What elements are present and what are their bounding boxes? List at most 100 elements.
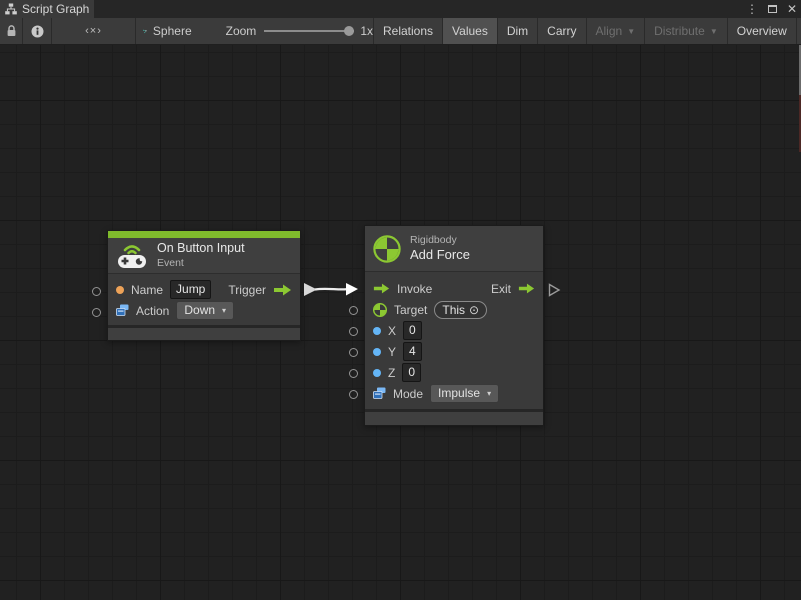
- mode-dropdown[interactable]: Impulse ▾: [430, 384, 499, 403]
- node-body: Name Jump Trigger Action: [108, 274, 300, 325]
- node-header[interactable]: Rigidbody Add Force: [365, 226, 543, 272]
- connection-trigger-to-invoke[interactable]: [301, 278, 363, 302]
- enum-port-icon[interactable]: [373, 387, 386, 400]
- port-row-name: Name Jump Trigger: [108, 279, 300, 300]
- edit-source-button[interactable]: ‹×›: [52, 18, 135, 44]
- machine-segment: Sphere Zoom 1x: [136, 18, 373, 44]
- action-dropdown[interactable]: Down ▾: [176, 301, 234, 320]
- fullscreen-button[interactable]: Full Screen: [797, 18, 801, 44]
- value-port-dot-blue[interactable]: [373, 348, 381, 356]
- zoom-label: Zoom: [226, 24, 257, 38]
- node-titles: On Button Input Event: [157, 241, 245, 270]
- y-input[interactable]: 4: [403, 342, 422, 361]
- port-row-z: Z 0: [365, 362, 543, 383]
- carry-button[interactable]: Carry: [538, 18, 585, 44]
- node-subtitle: Event: [157, 257, 245, 270]
- target-icon: ⊙: [469, 303, 479, 317]
- input-port-circle[interactable]: [92, 308, 101, 317]
- code-brackets-icon: ‹×›: [85, 25, 102, 37]
- input-port-circle[interactable]: [92, 287, 101, 296]
- script-machine-icon[interactable]: [143, 24, 147, 39]
- zoom-slider-thumb[interactable]: [344, 26, 354, 36]
- flow-arrow-icon[interactable]: [273, 284, 292, 296]
- port-label: Z: [388, 366, 395, 380]
- window-controls: ⋮ ✕: [746, 0, 797, 18]
- machine-name[interactable]: Sphere: [153, 24, 192, 38]
- target-self-chip[interactable]: This ⊙: [434, 301, 487, 319]
- zoom-slider-track[interactable]: [264, 30, 354, 32]
- input-port-circle[interactable]: [349, 390, 358, 399]
- tab-script-graph[interactable]: Script Graph: [0, 0, 94, 18]
- relations-button[interactable]: Relations: [374, 18, 442, 44]
- lock-icon: [6, 25, 17, 37]
- tab-label: Script Graph: [22, 2, 89, 16]
- port-label: Mode: [393, 387, 423, 401]
- name-input[interactable]: Jump: [170, 280, 211, 299]
- node-body: Invoke Exit Target This: [365, 272, 543, 409]
- distribute-label: Distribute: [654, 24, 705, 38]
- maximize-icon[interactable]: [768, 5, 777, 13]
- port-label: Name: [131, 283, 163, 297]
- target-value: This: [442, 303, 465, 317]
- rigidbody-port-icon[interactable]: [373, 303, 387, 317]
- z-input[interactable]: 0: [402, 363, 421, 382]
- port-row-invoke: Invoke Exit: [365, 278, 543, 299]
- x-input[interactable]: 0: [403, 321, 422, 340]
- node-add-force[interactable]: Rigidbody Add Force Invoke Exit: [364, 225, 544, 426]
- node-on-button-input[interactable]: On Button Input Event Name Jump Trigger: [107, 230, 301, 341]
- close-icon[interactable]: ✕: [787, 3, 797, 15]
- node-titles: Rigidbody Add Force: [410, 234, 470, 263]
- port-label: Exit: [491, 282, 511, 296]
- chevron-down-icon: ▼: [710, 27, 718, 36]
- mode-value: Impulse: [438, 386, 480, 401]
- input-port-circle[interactable]: [349, 369, 358, 378]
- lock-button[interactable]: [0, 18, 22, 44]
- overview-button[interactable]: Overview: [728, 18, 796, 44]
- flow-arrow-icon[interactable]: [373, 283, 390, 294]
- zoom-value: 1x: [360, 24, 373, 38]
- align-dropdown[interactable]: Align ▼: [587, 18, 645, 44]
- input-port-circle[interactable]: [349, 327, 358, 336]
- chevron-down-icon: ▾: [222, 303, 226, 318]
- port-label: Trigger: [228, 283, 266, 297]
- node-footer: [108, 328, 300, 340]
- flow-arrow-icon[interactable]: [518, 283, 535, 294]
- enum-port-icon[interactable]: [116, 304, 129, 317]
- value-port-dot-blue[interactable]: [373, 327, 381, 335]
- titlebar: Script Graph ⋮ ✕: [0, 0, 801, 18]
- port-row-x: X 0: [365, 320, 543, 341]
- value-port-dot-blue[interactable]: [373, 369, 381, 377]
- port-row-y: Y 4: [365, 341, 543, 362]
- script-graph-window: Script Graph ⋮ ✕ ‹×›: [0, 0, 801, 600]
- info-icon: [31, 25, 44, 38]
- align-label: Align: [596, 24, 623, 38]
- port-label: Y: [388, 345, 396, 359]
- port-row-mode: Mode Impulse ▾: [365, 383, 543, 404]
- node-accent-bar: [108, 231, 300, 238]
- port-label: Invoke: [397, 282, 432, 296]
- action-value: Down: [184, 303, 215, 318]
- chevron-down-icon: ▾: [487, 386, 491, 401]
- gamepad-icon: [116, 242, 148, 269]
- node-title: Add Force: [410, 247, 470, 263]
- value-port-dot-orange[interactable]: [116, 286, 124, 294]
- port-label: Action: [136, 304, 169, 318]
- input-port-circle[interactable]: [349, 348, 358, 357]
- port-row-target: Target This ⊙: [365, 299, 543, 320]
- graph-toolbar: ‹×› Sphere Zoom 1x Relations Values Dim …: [0, 18, 801, 45]
- input-port-circle[interactable]: [349, 306, 358, 315]
- port-row-action: Action Down ▾: [108, 300, 300, 321]
- info-button[interactable]: [23, 18, 51, 44]
- values-button[interactable]: Values: [443, 18, 497, 44]
- node-header[interactable]: On Button Input Event: [108, 238, 300, 274]
- dim-button[interactable]: Dim: [498, 18, 537, 44]
- distribute-dropdown[interactable]: Distribute ▼: [645, 18, 727, 44]
- node-title: On Button Input: [157, 241, 245, 257]
- exit-port-triangle[interactable]: [548, 283, 561, 297]
- port-label: X: [388, 324, 396, 338]
- graph-canvas[interactable]: On Button Input Event Name Jump Trigger: [0, 45, 801, 600]
- menu-kebab-icon[interactable]: ⋮: [746, 3, 758, 15]
- hierarchy-icon: [5, 3, 17, 15]
- chevron-down-icon: ▼: [627, 27, 635, 36]
- zoom-slider[interactable]: [264, 18, 354, 44]
